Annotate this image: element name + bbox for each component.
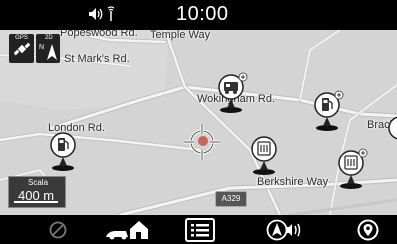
voice-guidance-button[interactable]	[264, 215, 308, 244]
poi-restaurant-east[interactable]	[338, 148, 368, 190]
speaker-icon	[89, 8, 103, 20]
map-orientation-button[interactable]: 2D N	[36, 34, 60, 63]
street-label-st-marks: St Mark's Rd.	[64, 53, 130, 65]
gps-status: GPS	[9, 34, 34, 63]
status-icons	[88, 6, 117, 22]
list-menu-icon	[185, 217, 215, 242]
poi-fuel-west[interactable]	[50, 130, 80, 172]
fuel-station-icon	[50, 132, 76, 171]
street-label-popeswood: Popeswood Rd.	[60, 30, 138, 39]
scale-bar	[14, 201, 58, 203]
map-scale: Scala 400 m	[8, 176, 66, 208]
menu-button[interactable]	[182, 215, 218, 244]
restaurant-icon	[338, 148, 368, 189]
road-number-badge: A329	[215, 191, 247, 207]
clock: 10:00	[176, 3, 229, 25]
signal-icon	[107, 6, 115, 21]
home-destination-icon	[106, 220, 148, 239]
cancel-route-button[interactable]	[38, 215, 78, 244]
bottom-toolbar	[0, 215, 397, 244]
street-label-temple-way: Temple Way	[150, 30, 211, 41]
voice-guidance-icon	[266, 219, 301, 240]
map-cursor-icon	[184, 124, 220, 160]
cancel-route-icon	[49, 221, 67, 238]
restaurant-icon	[251, 136, 277, 175]
satellite-icon	[13, 42, 30, 56]
fuel-station-icon	[314, 90, 344, 131]
location-button[interactable]	[350, 215, 386, 244]
north-arrow-icon	[47, 44, 57, 60]
street-label-berkshire-way: Berkshire Way	[257, 176, 329, 188]
location-icon	[357, 219, 379, 240]
map-view[interactable]: Popeswood Rd. Temple Way St Mark's Rd. W…	[0, 30, 397, 215]
poi-marker-icon	[388, 116, 397, 140]
camper-icon	[218, 72, 248, 113]
poi-restaurant-center[interactable]	[251, 134, 281, 176]
poi-fuel-east[interactable]	[314, 90, 344, 132]
poi-partial-right[interactable]	[388, 116, 397, 144]
poi-camper[interactable]	[218, 72, 248, 114]
status-bar: 10:00	[0, 0, 397, 30]
home-destination-button[interactable]	[102, 215, 152, 244]
